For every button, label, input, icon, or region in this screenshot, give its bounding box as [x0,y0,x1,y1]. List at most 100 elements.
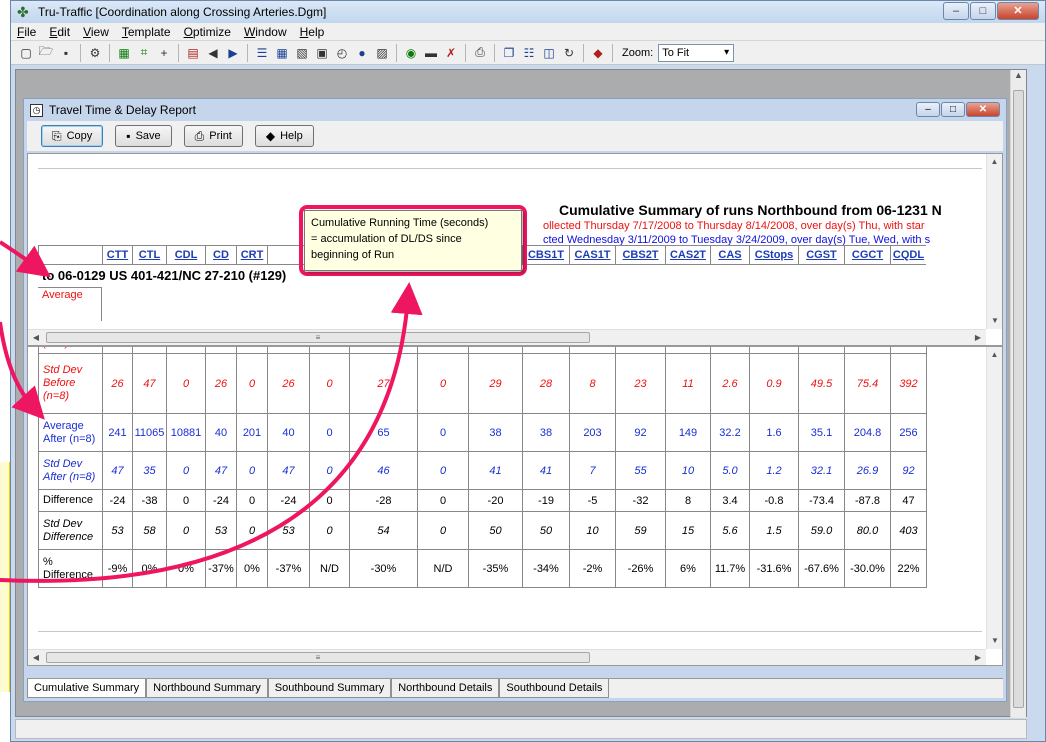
globe-icon[interactable]: ● [353,44,371,62]
col-cas1t[interactable]: CAS1T [569,246,615,264]
row-label: % Difference [38,549,103,588]
table-cell: 1.6 [749,413,799,452]
diagram-icon[interactable]: ▤ [184,44,202,62]
scroll-thumb[interactable]: ≡ [46,332,590,343]
menu-optimize[interactable]: Optimize [184,25,231,39]
network-icon[interactable]: ⌗ [135,44,153,62]
tab-northbound-summary[interactable]: Northbound Summary [146,679,268,698]
new-file-icon[interactable]: ▢ [17,44,35,62]
minimize-button[interactable]: – [943,2,969,20]
upper-vertical-scrollbar[interactable]: ▲ ▼ [986,154,1002,329]
close-button[interactable]: ✕ [997,2,1039,20]
lower-horizontal-scrollbar[interactable]: ◀ ≡ ▶ [28,649,986,665]
scroll-right-icon[interactable]: ▶ [970,330,986,345]
toolbar: ▢ 🗁 ▪ ⚙ ▦ ⌗ + ▤ ◀ ▶ ☰ ▦ ▧ ▣ ◴ ● ▨ ◉ ▬ ✗ [11,41,1045,65]
lower-vertical-scrollbar[interactable]: ▲ ▼ [986,347,1002,649]
clock-icon[interactable]: ◴ [333,44,351,62]
scroll-thumb[interactable]: ≡ [46,652,590,663]
scroll-right-icon[interactable]: ▶ [970,650,986,665]
col-cgct[interactable]: CGCT [844,246,890,264]
table-cell: -24 [267,489,310,512]
tile-vertical-icon[interactable]: ◫ [540,44,558,62]
help-button[interactable]: ◆ Help [254,125,314,147]
open-folder-icon[interactable]: 🗁 [37,44,55,62]
mdi-vertical-scrollbar[interactable]: ▲ [1010,70,1026,718]
scroll-up-icon[interactable]: ▲ [987,154,1002,170]
col-ctl[interactable]: CTL [132,246,166,264]
zoom-select[interactable]: To Fit [658,43,735,62]
menu-help[interactable]: Help [300,25,325,39]
scroll-up-icon[interactable]: ▲ [987,347,1002,363]
refresh-icon[interactable]: ↻ [560,44,578,62]
copy-icon: ⎘ [52,128,62,143]
table-cell: 0 [166,451,206,490]
save-icon[interactable]: ▪ [57,44,75,62]
table-icon[interactable]: ▦ [273,44,291,62]
report-heading: Cumulative Summary of runs Northbound fr… [559,202,942,218]
menu-window[interactable]: Window [244,25,287,39]
table-cell: 0% [166,549,206,588]
col-cas[interactable]: CAS [710,246,749,264]
col-cstops[interactable]: CStops [749,246,798,264]
clear-icon[interactable]: ✗ [442,44,460,62]
list-icon[interactable]: ☰ [253,44,271,62]
tile-horizontal-icon[interactable]: ☷ [520,44,538,62]
properties-icon[interactable]: ▨ [373,44,391,62]
col-cdl[interactable]: CDL [166,246,205,264]
col-cbs2t[interactable]: CBS2T [615,246,665,264]
maximize-button[interactable]: □ [970,2,996,20]
add-node-icon[interactable]: + [155,44,173,62]
report-maximize-button[interactable]: □ [941,102,965,117]
play-icon[interactable]: ▶ [224,44,242,62]
table-cell: 59 [615,511,666,550]
tab-cumulative-summary[interactable]: Cumulative Summary [27,679,147,698]
tab-southbound-summary[interactable]: Southbound Summary [267,679,392,698]
table-cell: 0 [417,353,469,414]
scroll-thumb[interactable] [1013,90,1024,708]
upper-horizontal-scrollbar[interactable]: ◀ ≡ ▶ [28,329,986,345]
printer-icon: ⎙ [194,128,205,143]
toolbar-separator [612,43,613,62]
table-cell: 5.6 [710,511,750,550]
go-icon[interactable]: ◉ [402,44,420,62]
col-cbs1t[interactable]: CBS1T [522,246,569,264]
report-minimize-button[interactable]: – [916,102,940,117]
table-row: Std Dev Before (n=8) 26 47 0 26 0 26 0 27 0 29 28 8 2… [38,353,927,414]
col-ctt[interactable]: CTT [102,246,132,264]
menu-file[interactable]: File [17,25,36,39]
col-cqdl[interactable]: CQDL [890,246,926,264]
table-cell: 0 [309,413,350,452]
scroll-down-icon[interactable]: ▼ [987,313,1002,329]
tools-icon[interactable]: ⚙ [86,44,104,62]
table-cell: 40 [205,413,237,452]
print-button[interactable]: ⎙ Print [183,125,243,147]
chart-icon[interactable]: ▧ [293,44,311,62]
grid-icon[interactable]: ▦ [115,44,133,62]
menu-view[interactable]: View [83,25,109,39]
save-button[interactable]: ▪ Save [115,125,172,147]
scroll-down-icon[interactable]: ▼ [987,633,1002,649]
table-cell: 0 [309,451,350,490]
col-cgst[interactable]: CGST [798,246,844,264]
col-cas2t[interactable]: CAS2T [665,246,710,264]
menu-edit[interactable]: Edit [49,25,70,39]
help-book-icon[interactable]: ◆ [589,44,607,62]
copy-button[interactable]: ⎘ Copy [41,125,104,147]
back-icon[interactable]: ◀ [204,44,222,62]
report-icon[interactable]: ▣ [313,44,331,62]
table-cell: 204.8 [844,413,891,452]
col-crt[interactable]: CRT [236,246,267,264]
cascade-icon[interactable]: ❐ [500,44,518,62]
report-close-button[interactable]: ✕ [966,102,1000,117]
tooltip-line-1: Cumulative Running Time (seconds) [311,217,489,229]
tab-northbound-details[interactable]: Northbound Details [391,679,500,698]
pause-icon[interactable]: ▬ [422,44,440,62]
col-cd[interactable]: CD [205,246,236,264]
scroll-left-icon[interactable]: ◀ [28,330,44,345]
scroll-left-icon[interactable]: ◀ [28,650,44,665]
print-icon[interactable]: ⎙ [471,44,489,62]
table-cell: 54 [349,511,418,550]
scroll-up-icon[interactable]: ▲ [1011,70,1026,86]
tab-southbound-details[interactable]: Southbound Details [499,679,610,698]
menu-template[interactable]: Template [122,25,171,39]
